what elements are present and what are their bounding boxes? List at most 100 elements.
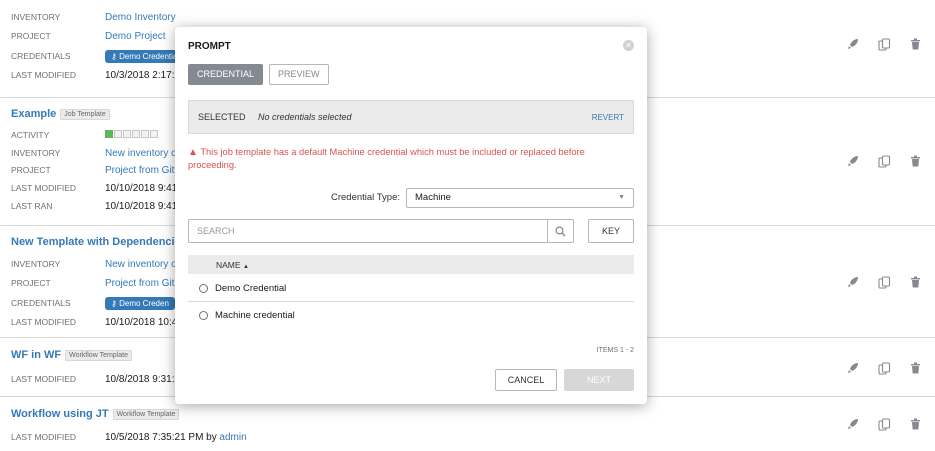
- credential-chip[interactable]: ⚷ Demo Credential: [105, 50, 186, 63]
- column-name-label: NAME: [216, 260, 241, 270]
- row-label: LAST RAN: [11, 201, 53, 211]
- search-icon[interactable]: [547, 220, 573, 242]
- row-label: INVENTORY: [11, 148, 61, 158]
- warning-text: This job template has a default Machine …: [188, 147, 585, 170]
- credential-name: Machine credential: [215, 310, 295, 321]
- key-icon: ⚷: [111, 299, 120, 308]
- copy-icon[interactable]: [876, 360, 892, 376]
- card-title[interactable]: WF in WF Workflow Template: [11, 349, 132, 361]
- last-modified-value: 10/5/2018 7:35:21 PM by: [105, 432, 217, 443]
- row-label: CREDENTIALS: [11, 51, 71, 61]
- next-button[interactable]: NEXT: [564, 369, 634, 391]
- project-link[interactable]: Demo Project: [105, 31, 166, 42]
- row-project: PROJECT Project from Git: [11, 278, 174, 289]
- row-credentials: CREDENTIALS ⚷ Demo Creden: [11, 297, 175, 310]
- trash-icon[interactable]: [907, 36, 923, 52]
- row-label: PROJECT: [11, 165, 51, 175]
- card-title-text[interactable]: Example: [11, 108, 56, 120]
- credential-radio[interactable]: [199, 284, 208, 293]
- row-project: PROJECT Demo Project: [11, 31, 166, 42]
- credential-chip-label: Demo Credential: [119, 52, 180, 61]
- row-label: ACTIVITY: [11, 130, 50, 141]
- inventory-link[interactable]: New inventory o: [105, 259, 177, 270]
- close-icon[interactable]: ✕: [623, 40, 634, 51]
- row-label: INVENTORY: [11, 12, 61, 22]
- row-inventory: INVENTORY New inventory o: [11, 259, 177, 270]
- template-type-tag: Job Template: [60, 109, 110, 120]
- rocket-icon[interactable]: [845, 360, 861, 376]
- credential-chip[interactable]: ⚷ Demo Creden: [105, 297, 175, 310]
- copy-icon[interactable]: [876, 153, 892, 169]
- row-inventory: INVENTORY Demo Inventory: [11, 12, 176, 23]
- inventory-link[interactable]: New inventory o: [105, 148, 177, 159]
- sort-up-icon: ▲: [242, 264, 249, 270]
- project-link[interactable]: Project from Git: [105, 278, 174, 289]
- card-title[interactable]: New Template with Dependenci: [11, 236, 175, 248]
- row-activity: ACTIVITY: [11, 130, 159, 141]
- items-count: ITEMS 1 - 2: [596, 347, 634, 354]
- row-label: LAST MODIFIED: [11, 432, 77, 442]
- modal-title: PROMPT: [188, 41, 231, 52]
- template-type-tag: Workflow Template: [112, 409, 180, 420]
- trash-icon[interactable]: [907, 360, 923, 376]
- row-project: PROJECT Project from Git: [11, 165, 174, 176]
- row-label: LAST MODIFIED: [11, 374, 77, 384]
- card-actions: [845, 153, 923, 169]
- trash-icon[interactable]: [907, 416, 923, 432]
- credential-radio[interactable]: [199, 311, 208, 320]
- modified-by-link[interactable]: admin: [219, 432, 246, 443]
- table-header: NAME ▲: [188, 255, 634, 274]
- row-label: PROJECT: [11, 31, 51, 41]
- rocket-icon[interactable]: [845, 416, 861, 432]
- row-last-modified: LAST MODIFIED 10/10/2018 9:41: [11, 183, 177, 194]
- card-title[interactable]: Example Job Template: [11, 108, 110, 120]
- trash-icon[interactable]: [907, 153, 923, 169]
- card-title-text[interactable]: WF in WF: [11, 349, 61, 361]
- card-actions: [845, 36, 923, 52]
- copy-icon[interactable]: [876, 274, 892, 290]
- template-card-workflow-using-jt: Workflow using JT Workflow Template LAST …: [0, 397, 935, 451]
- key-button[interactable]: KEY: [588, 219, 634, 243]
- key-icon: ⚷: [111, 52, 120, 61]
- table-row[interactable]: Machine credential: [188, 303, 634, 329]
- row-label: PROJECT: [11, 278, 51, 288]
- selected-value: No credentials selected: [258, 112, 352, 122]
- trash-icon[interactable]: [907, 274, 923, 290]
- rocket-icon[interactable]: [845, 153, 861, 169]
- search-placeholder: SEARCH: [197, 226, 235, 236]
- template-type-tag: Workflow Template: [65, 350, 132, 361]
- chevron-down-icon: ▼: [618, 194, 625, 201]
- row-last-modified: LAST MODIFIED 10/5/2018 7:35:21 PM by adm…: [11, 432, 247, 443]
- card-title-text[interactable]: New Template with Dependenci: [11, 236, 175, 248]
- credential-name: Demo Credential: [215, 283, 287, 294]
- copy-icon[interactable]: [876, 416, 892, 432]
- table-row[interactable]: Demo Credential: [188, 276, 634, 302]
- last-ran-value: 10/10/2018 9:41: [105, 201, 178, 212]
- credential-type-label: Credential Type:: [330, 192, 400, 203]
- credential-chip-label: Demo Creden: [119, 299, 169, 308]
- card-title[interactable]: Workflow using JT Workflow Template: [11, 408, 180, 420]
- credential-type-select[interactable]: Machine ▼: [406, 188, 634, 208]
- revert-link[interactable]: REVERT: [592, 113, 624, 122]
- row-last-modified: LAST MODIFIED 10/10/2018 10:4: [11, 317, 177, 328]
- row-label: LAST MODIFIED: [11, 317, 77, 327]
- step-preview[interactable]: PREVIEW: [269, 64, 329, 85]
- search-input[interactable]: SEARCH: [188, 219, 574, 243]
- row-label: LAST MODIFIED: [11, 70, 77, 80]
- warning-icon: ▲: [188, 147, 198, 158]
- copy-icon[interactable]: [876, 36, 892, 52]
- last-modified-value: 10/10/2018 9:41: [105, 183, 178, 194]
- activity-sparkline[interactable]: [105, 130, 159, 141]
- prompt-steps: CREDENTIAL PREVIEW: [188, 64, 329, 85]
- rocket-icon[interactable]: [845, 36, 861, 52]
- inventory-link[interactable]: Demo Inventory: [105, 12, 176, 23]
- card-actions: [845, 360, 923, 376]
- step-credential[interactable]: CREDENTIAL: [188, 64, 264, 85]
- credential-type-row: Credential Type: Machine ▼: [188, 188, 634, 208]
- cancel-button[interactable]: CANCEL: [495, 369, 557, 391]
- rocket-icon[interactable]: [845, 274, 861, 290]
- project-link[interactable]: Project from Git: [105, 165, 174, 176]
- prompt-modal: PROMPT ✕ CREDENTIAL PREVIEW SELECTED No …: [175, 27, 647, 404]
- column-name-header[interactable]: NAME ▲: [216, 260, 249, 270]
- card-title-text[interactable]: Workflow using JT: [11, 408, 109, 420]
